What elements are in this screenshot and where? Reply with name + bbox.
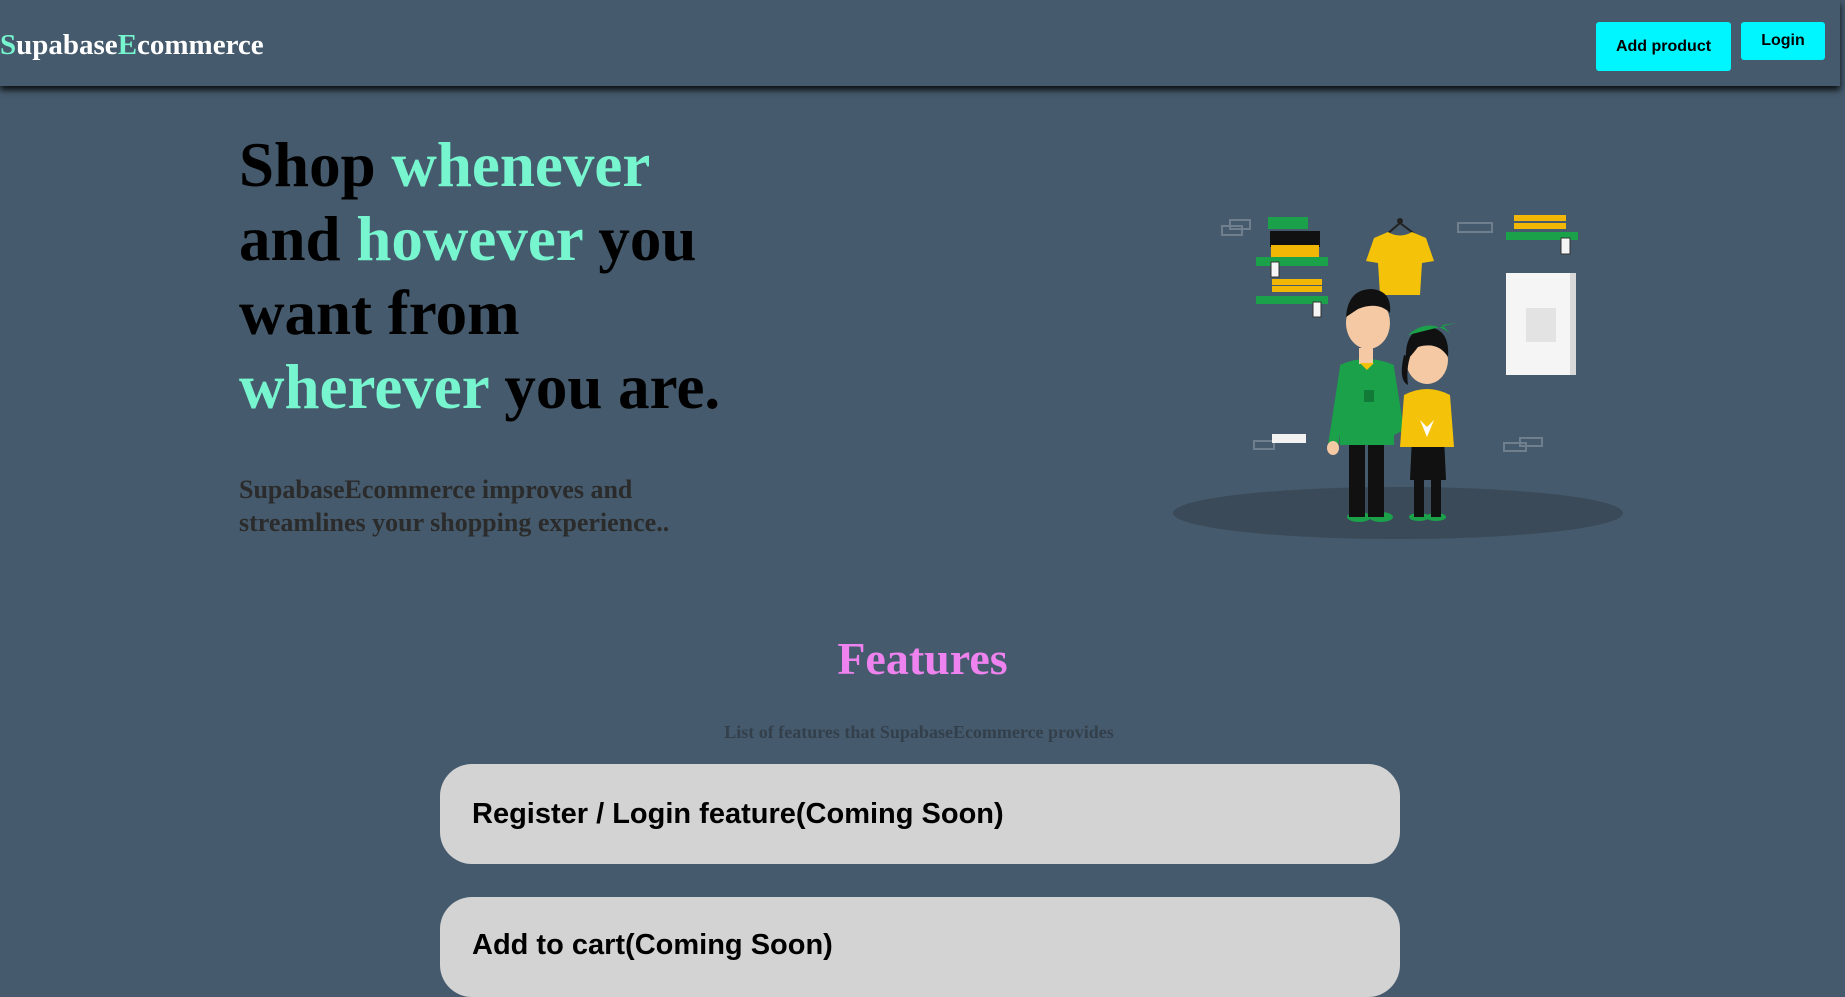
brand-letter-s: S: [0, 29, 17, 61]
brand-text-upabase: upabase: [16, 29, 118, 61]
hero-text: Shop: [239, 130, 392, 200]
hero-title: Shop whenever and however you want from …: [239, 128, 720, 424]
feature-card-add-to-cart: Add to cart(Coming Soon): [440, 897, 1400, 997]
hero-subtitle: SupabaseEcommerce improves and streamlin…: [239, 475, 670, 537]
hero-text: you: [582, 204, 697, 274]
hero-highlight-wherever: wherever: [239, 352, 489, 422]
brand-text-commerce: commerce: [137, 29, 264, 61]
add-product-button[interactable]: Add product: [1596, 22, 1731, 71]
hero-highlight-however: however: [356, 204, 583, 274]
features-title: Features: [837, 633, 1008, 684]
navbar: SupabaseEcommerce Add product Login: [0, 0, 1840, 86]
hero-text: you are.: [488, 352, 721, 422]
brand-letter-e: E: [117, 29, 138, 61]
feature-card-register-login: Register / Login feature(Coming Soon): [440, 764, 1400, 864]
hero-text: and: [239, 204, 357, 274]
shopping-couple-illustration: [1173, 215, 1623, 539]
login-button[interactable]: Login: [1741, 22, 1825, 60]
brand-logo[interactable]: SupabaseEcommerce: [0, 29, 264, 62]
features-subtitle: List of features that SupabaseEcommerce …: [724, 722, 1114, 742]
hero-text: want from: [239, 278, 520, 348]
hero-highlight-whenever: whenever: [391, 130, 651, 200]
